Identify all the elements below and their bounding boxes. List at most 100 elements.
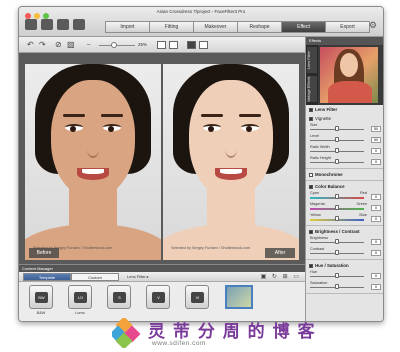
- title-bar: Asian Crossdress 7/project - FaceFilter3…: [19, 7, 383, 37]
- after-label: After: [265, 248, 295, 258]
- section-divider: [306, 225, 383, 226]
- adjust-control: Magenta Green 0: [306, 202, 383, 213]
- open-folder-icon[interactable]: [41, 19, 53, 30]
- redo-icon[interactable]: ↷: [39, 40, 46, 49]
- subsection-checkbox[interactable]: [309, 116, 313, 121]
- template-label: Lomo: [75, 311, 85, 315]
- section-checkbox[interactable]: [309, 229, 313, 234]
- tab-reshape[interactable]: Reshape: [237, 21, 282, 33]
- value-field[interactable]: 0: [371, 159, 381, 165]
- value-field[interactable]: 0: [371, 205, 381, 211]
- before-nose: [87, 140, 99, 158]
- slider-knob[interactable]: [335, 239, 339, 244]
- slider-knob[interactable]: [335, 148, 339, 153]
- after-nose: [225, 140, 237, 158]
- content-toolbar-icons[interactable]: ▣ ↻ ⊞ ▭: [261, 273, 301, 280]
- value-field[interactable]: 0: [371, 239, 381, 245]
- content-breadcrumb[interactable]: Lens Filter ▸: [127, 274, 149, 279]
- value-field[interactable]: 0: [371, 284, 381, 290]
- selected-photo-thumb[interactable]: [225, 285, 253, 309]
- tab-import[interactable]: Import: [105, 21, 150, 33]
- section-checkbox[interactable]: [309, 263, 313, 268]
- new-project-icon[interactable]: [25, 19, 37, 30]
- section-divider: [306, 259, 383, 260]
- value-field[interactable]: 0: [371, 250, 381, 256]
- side-tab-vintage-effects[interactable]: Vintage Effects: [307, 76, 317, 102]
- watermark-cn-text: 灵 芾 分 周 的 博 客: [148, 322, 316, 342]
- main-tabs: Import Fitting Makeover Reshape Effect E…: [105, 21, 370, 33]
- after-photo-credit: Selected by Sergey Furtaev / Shutterstoc…: [171, 246, 251, 250]
- section-header[interactable]: Brightness / Contrast: [306, 227, 383, 236]
- content-manager-title: Content Manager: [19, 265, 305, 272]
- tab-template[interactable]: Template: [23, 273, 71, 281]
- control-sub-label: Green: [356, 202, 367, 206]
- section-header[interactable]: Color Balance: [306, 182, 383, 191]
- subsection-header[interactable]: Vignette: [306, 114, 383, 123]
- watermark-url: www.sdifen.com: [152, 340, 206, 347]
- save-icon[interactable]: [57, 19, 69, 30]
- control-sub-label: Red: [360, 191, 367, 195]
- adjust-control: Contrast 0: [306, 247, 383, 258]
- adjust-control: Cyan Red 0: [306, 191, 383, 202]
- no-entry-icon[interactable]: ⊘: [55, 40, 62, 49]
- before-right-eye: [103, 124, 121, 132]
- template-item[interactable]: LO Lomo: [66, 285, 94, 321]
- section-checkbox[interactable]: [309, 172, 313, 177]
- after-teeth: [220, 169, 242, 174]
- value-field[interactable]: 50: [371, 137, 381, 143]
- slider-knob[interactable]: [335, 137, 339, 142]
- slider-knob[interactable]: [335, 159, 339, 164]
- slider-knob[interactable]: [335, 126, 339, 131]
- zoom-slider[interactable]: [99, 45, 135, 46]
- section-header[interactable]: Monochrome: [306, 170, 383, 179]
- undo-icon[interactable]: ↶: [27, 40, 34, 49]
- section-title: Hue / Saturation: [315, 263, 349, 268]
- slider-knob[interactable]: [335, 250, 339, 255]
- section-divider: [306, 168, 383, 169]
- slider-knob[interactable]: [335, 273, 339, 278]
- tab-effect[interactable]: Effect: [281, 21, 326, 33]
- value-field[interactable]: 50: [371, 126, 381, 132]
- subsection-title: Vignette: [315, 116, 332, 121]
- section-header[interactable]: Lens Filter: [306, 105, 383, 114]
- compare-view-icon[interactable]: [157, 41, 166, 49]
- tab-fitting[interactable]: Fitting: [149, 21, 194, 33]
- slider-knob[interactable]: [335, 284, 339, 289]
- after-right-brow: [239, 114, 261, 117]
- tab-export[interactable]: Export: [325, 21, 370, 33]
- zoom-minus-icon[interactable]: –: [87, 41, 90, 50]
- tab-makeover[interactable]: Makeover: [193, 21, 238, 33]
- adjust-control: Brightness 0: [306, 236, 383, 247]
- adjust-control: Hue 0: [306, 270, 383, 281]
- tab-custom[interactable]: Custom: [71, 273, 119, 281]
- before-photo[interactable]: Selected by Sergey Furtaev / Shutterstoc…: [25, 64, 161, 260]
- adjust-control: Yellow Blue 0: [306, 213, 383, 224]
- value-field[interactable]: 0: [371, 273, 381, 279]
- split-view-icon[interactable]: ▨: [67, 40, 75, 49]
- value-field[interactable]: 0: [371, 148, 381, 154]
- fit-view-icon[interactable]: [199, 41, 208, 49]
- slider-knob[interactable]: [335, 194, 339, 199]
- section-header[interactable]: Hue / Saturation: [306, 261, 383, 270]
- value-field[interactable]: 0: [371, 194, 381, 200]
- before-face: [51, 80, 135, 198]
- template-icon-text: LO: [74, 292, 87, 303]
- camera-icon: V: [146, 285, 170, 309]
- section-checkbox[interactable]: [309, 107, 313, 112]
- template-item[interactable]: BW B&W: [27, 285, 55, 321]
- section-title: Color Balance: [315, 184, 345, 189]
- export-image-icon[interactable]: [73, 19, 85, 30]
- zoom-slider-knob[interactable]: [111, 42, 117, 48]
- slider-knob[interactable]: [335, 216, 339, 221]
- side-tab-lens-filter[interactable]: Lens Filter: [307, 47, 317, 73]
- slider-knob[interactable]: [335, 205, 339, 210]
- photo-view-icon[interactable]: [187, 41, 196, 49]
- after-photo[interactable]: Selected by Sergey Furtaev / Shutterstoc…: [163, 64, 299, 260]
- before-teeth: [82, 169, 104, 174]
- settings-gear-icon[interactable]: ⚙: [369, 20, 377, 31]
- section-title: Brightness / Contrast: [315, 229, 360, 234]
- preview-face: [340, 53, 358, 77]
- single-view-icon[interactable]: [169, 41, 178, 49]
- section-checkbox[interactable]: [309, 184, 313, 189]
- value-field[interactable]: 0: [371, 216, 381, 222]
